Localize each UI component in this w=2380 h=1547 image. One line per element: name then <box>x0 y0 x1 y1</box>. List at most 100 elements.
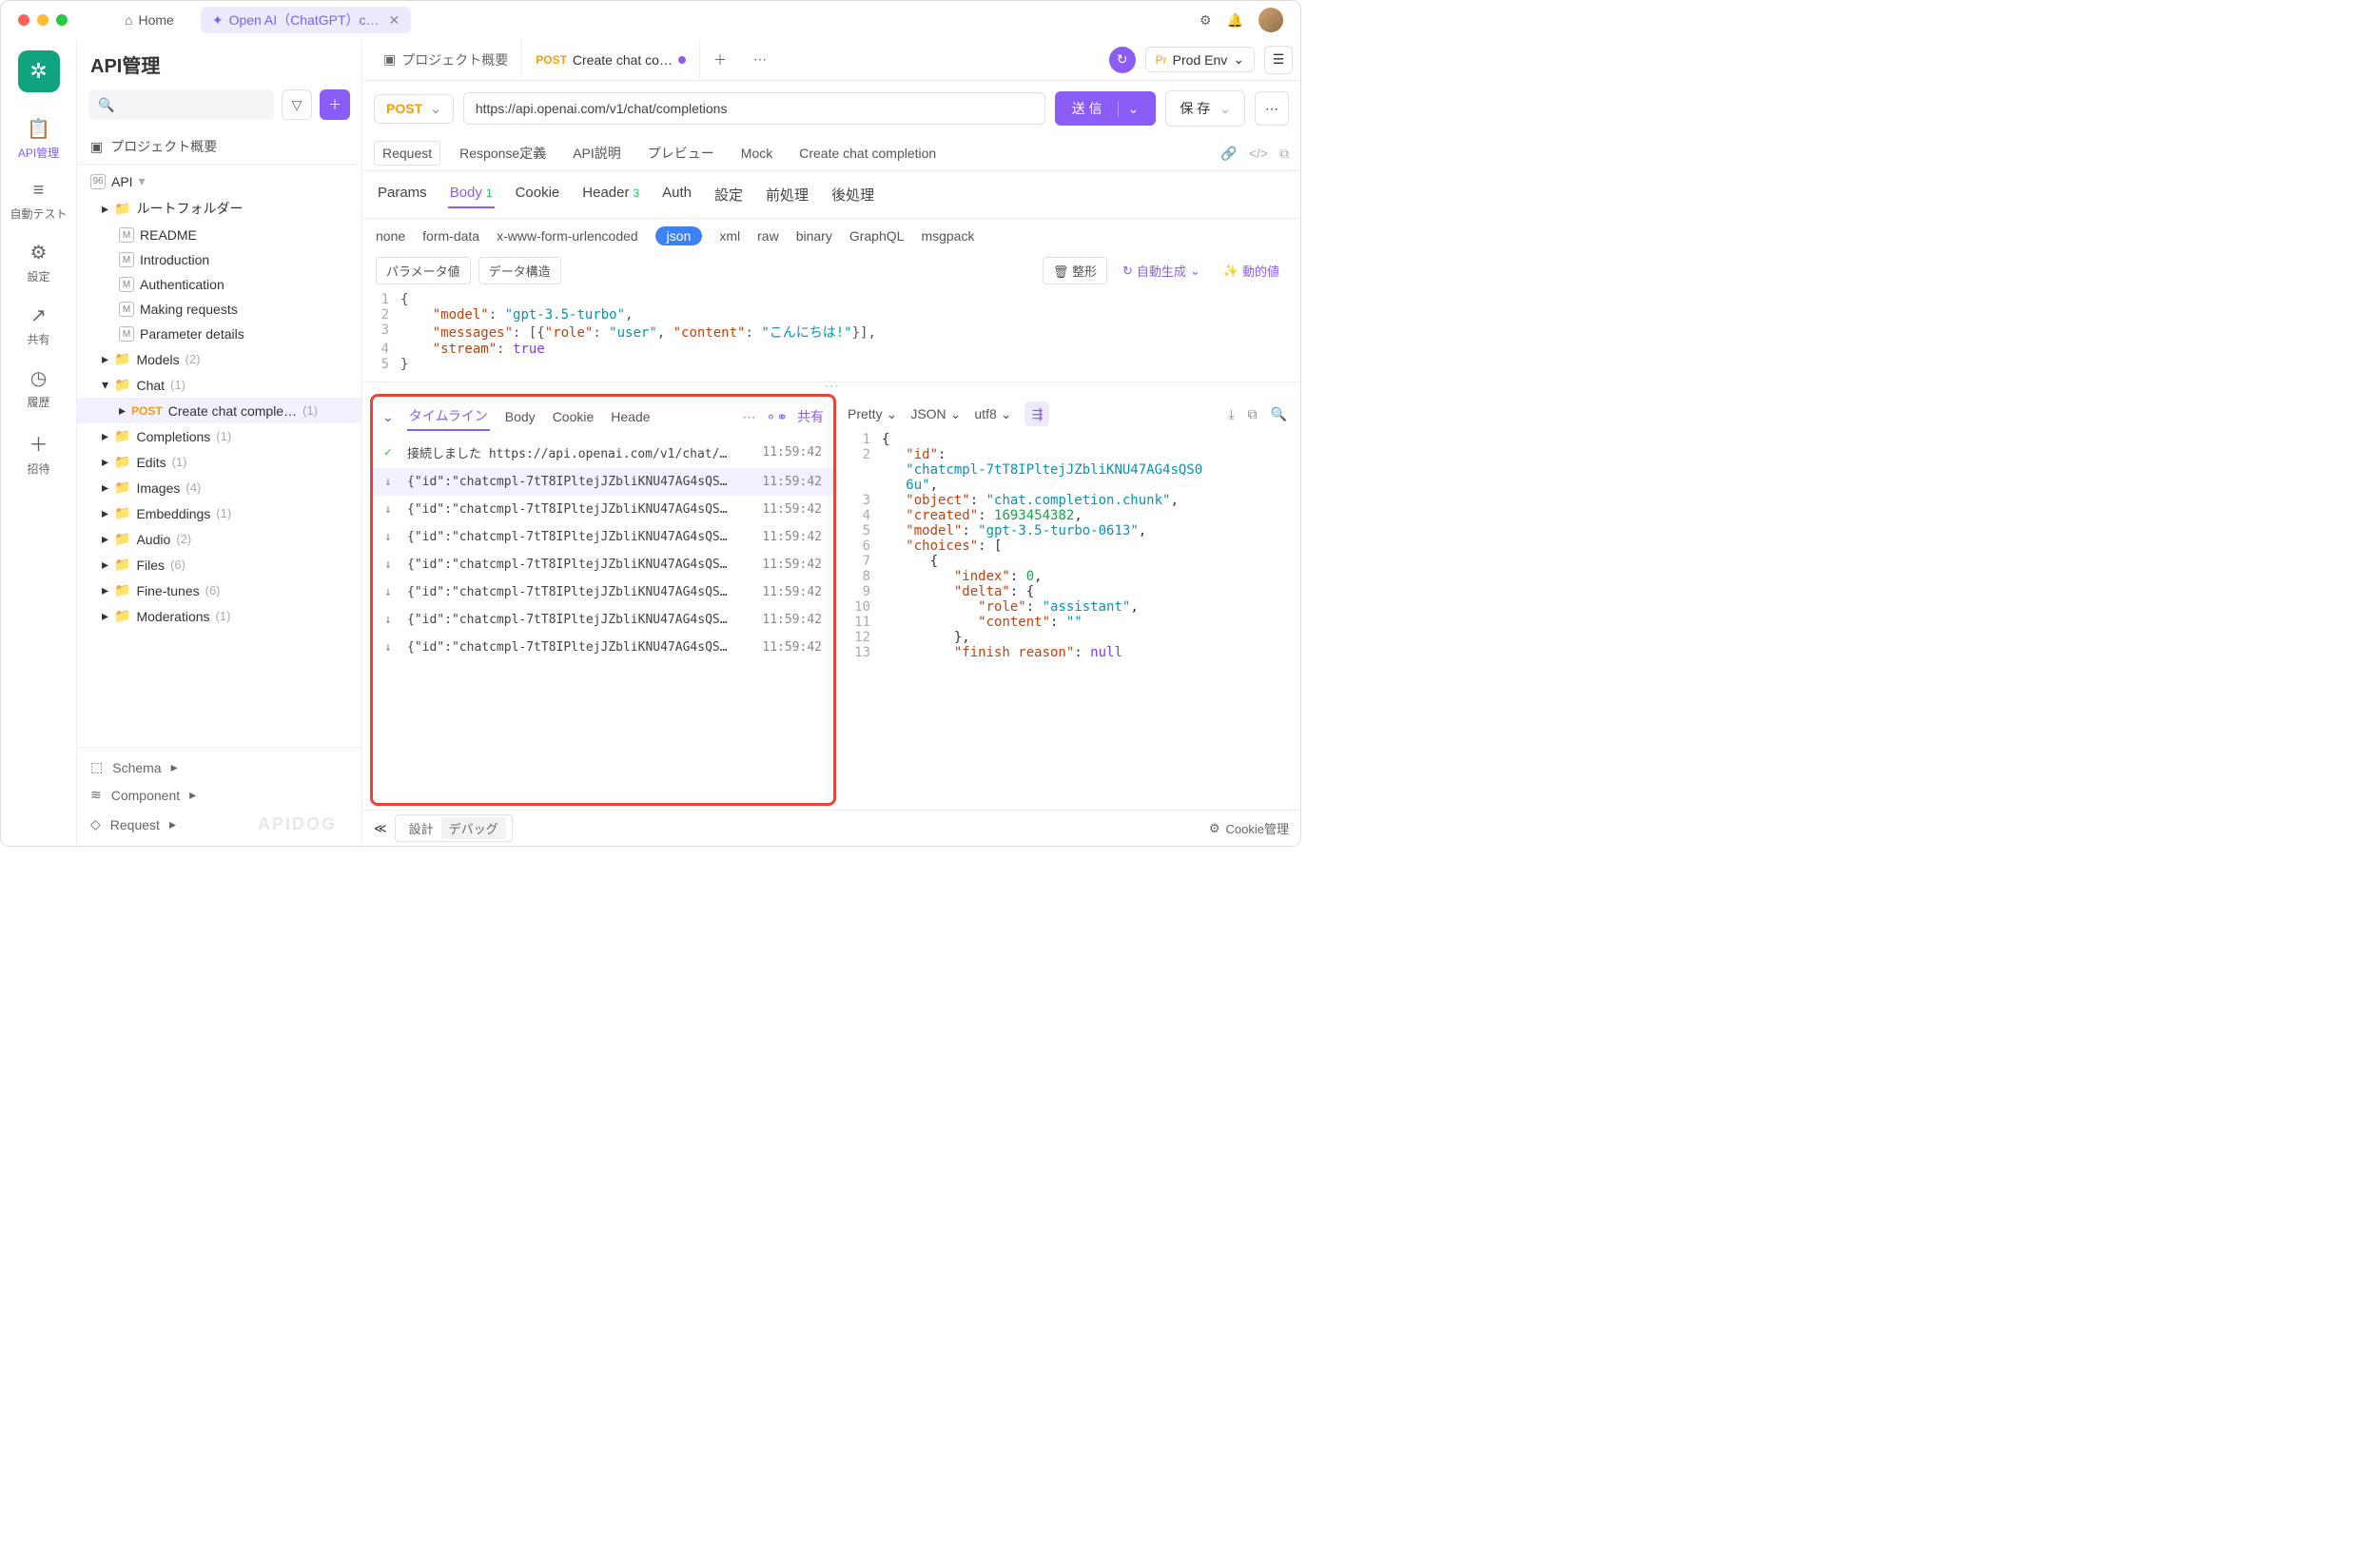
env-selector[interactable]: PrProd Env⌄ <box>1145 47 1255 72</box>
timeline-row[interactable]: ↓{"id":"chatcmpl-7tT8IPltejJZbliKNU47AG4… <box>373 523 833 551</box>
ptab-preprocess[interactable]: 前処理 <box>764 181 810 208</box>
bell-icon[interactable]: 🔔 <box>1227 12 1243 29</box>
code-icon[interactable]: </> <box>1249 146 1268 162</box>
schema-row[interactable]: ⬚Schema▸ <box>77 754 361 781</box>
rail-item-0[interactable]: 📋API管理 <box>6 108 70 170</box>
body-type-msgpack[interactable]: msgpack <box>921 228 974 244</box>
close-icon[interactable]: ✕ <box>389 12 400 29</box>
tab-project-overview[interactable]: ▣プロジェクト概要 <box>370 39 521 80</box>
autogen-button[interactable]: ↻ 自動生成 ⌄ <box>1115 257 1208 284</box>
search-input[interactable]: 🔍 <box>88 89 274 120</box>
tab-home[interactable]: ⌂ Home <box>113 9 185 31</box>
json-select[interactable]: JSON ⌄ <box>910 406 961 422</box>
ptab-postprocess[interactable]: 後処理 <box>829 181 876 208</box>
save-button[interactable]: 保 存⌄ <box>1165 90 1245 127</box>
format-button[interactable]: 🗑 整形 <box>1043 257 1107 284</box>
ptab-header[interactable]: Header3 <box>580 181 641 208</box>
rltab-cookie[interactable]: Cookie <box>551 405 596 428</box>
rltab-body[interactable]: Body <box>503 405 537 428</box>
pretty-select[interactable]: Pretty ⌄ <box>848 406 897 422</box>
ptab-settings[interactable]: 設定 <box>712 181 745 208</box>
more-icon[interactable]: ⋯ <box>743 409 756 425</box>
tree-folder-Images[interactable]: ▸📁 Images (4) <box>77 475 361 500</box>
data-struct-button[interactable]: データ構造 <box>478 257 561 284</box>
url-input[interactable]: https://api.openai.com/v1/chat/completio… <box>463 92 1045 125</box>
rail-item-1[interactable]: ≡自動テスト <box>6 170 70 231</box>
rail-item-5[interactable]: ＋招待 <box>6 420 70 486</box>
tree-endpoint-create-chat[interactable]: ▸POST Create chat comple… (1) <box>77 398 361 423</box>
body-type-xml[interactable]: xml <box>719 228 740 244</box>
method-select[interactable]: POST⌄ <box>374 94 454 124</box>
cookie-manage[interactable]: ⚙Cookie管理 <box>1209 819 1289 837</box>
hamburger-button[interactable]: ☰ <box>1264 46 1293 74</box>
tree-folder-Chat[interactable]: ▾📁 Chat (1) <box>77 372 361 398</box>
send-dropdown[interactable]: ⌄ <box>1118 101 1140 117</box>
body-type-raw[interactable]: raw <box>757 228 779 244</box>
timeline-row[interactable]: ↓{"id":"chatcmpl-7tT8IPltejJZbliKNU47AG4… <box>373 551 833 578</box>
timeline-row[interactable]: ↓{"id":"chatcmpl-7tT8IPltejJZbliKNU47AG4… <box>373 468 833 496</box>
tree-folder-Models[interactable]: ▸📁 Models (2) <box>77 346 361 372</box>
ptab-params[interactable]: Params <box>376 181 429 208</box>
drag-handle[interactable]: ⋯ <box>362 382 1300 392</box>
wrap-button[interactable]: ⇶ <box>1024 401 1049 426</box>
tree-folder-Edits[interactable]: ▸📁 Edits (1) <box>77 449 361 475</box>
gear-icon[interactable]: ⚙ <box>1200 12 1212 29</box>
tree-folder-Fine-tunes[interactable]: ▸📁 Fine-tunes (6) <box>77 578 361 603</box>
subtab-response-def[interactable]: Response定義 <box>452 140 554 166</box>
subtab-request[interactable]: Request <box>374 141 440 166</box>
tree-doc-README[interactable]: M README <box>77 223 361 247</box>
tab-openai[interactable]: ✦ Open AI（ChatGPT）c… ✕ <box>201 7 411 33</box>
rltab-header[interactable]: Heade <box>609 405 652 428</box>
body-type-x-www-form-urlencoded[interactable]: x-www-form-urlencoded <box>497 228 638 244</box>
timeline-row[interactable]: ✓接続しました https://api.openai.com/v1/chat/…… <box>373 437 833 468</box>
body-type-form-data[interactable]: form-data <box>422 228 479 244</box>
maximize-dot[interactable] <box>56 14 68 26</box>
tree-folder-Moderations[interactable]: ▸📁 Moderations (1) <box>77 603 361 629</box>
timeline-row[interactable]: ↓{"id":"chatcmpl-7tT8IPltejJZbliKNU47AG4… <box>373 496 833 523</box>
more-button[interactable]: ⋯ <box>1255 91 1289 126</box>
component-row[interactable]: ≋Component▸ <box>77 781 361 809</box>
body-type-none[interactable]: none <box>376 228 405 244</box>
request-row[interactable]: ◇Request▸APIDOG <box>77 809 361 840</box>
timeline-row[interactable]: ↓{"id":"chatcmpl-7tT8IPltejJZbliKNU47AG4… <box>373 578 833 606</box>
rail-item-2[interactable]: ⚙設定 <box>6 231 70 294</box>
copy-icon[interactable]: ⧉ <box>1279 146 1289 162</box>
collapse-icon[interactable]: ⌄ <box>382 409 394 425</box>
new-tab-button[interactable]: ＋ <box>700 39 740 80</box>
tree-root-folder[interactable]: ▸📁 ルートフォルダー <box>77 194 361 223</box>
avatar[interactable] <box>1258 8 1283 32</box>
download-icon[interactable]: ⤓ <box>1228 406 1234 422</box>
body-type-json[interactable]: json <box>655 226 703 245</box>
tree-doc-Making requests[interactable]: M Making requests <box>77 297 361 322</box>
subtab-preview[interactable]: プレビュー <box>640 140 722 166</box>
body-type-binary[interactable]: binary <box>796 228 832 244</box>
ptab-auth[interactable]: Auth <box>660 181 693 208</box>
param-value-button[interactable]: パラメータ値 <box>376 257 471 284</box>
rail-item-4[interactable]: ◷履歴 <box>6 357 70 420</box>
utf8-select[interactable]: utf8 ⌄ <box>974 406 1011 422</box>
subtab-mock[interactable]: Mock <box>733 142 780 165</box>
ptab-cookie[interactable]: Cookie <box>514 181 562 208</box>
add-button[interactable]: ＋ <box>320 89 350 120</box>
ptab-body[interactable]: Body1 <box>448 181 495 208</box>
tree-api-root[interactable]: 96 API ▾ <box>77 168 361 194</box>
rltab-timeline[interactable]: タイムライン <box>407 402 490 431</box>
search-icon[interactable]: 🔍 <box>1271 406 1287 422</box>
tree-folder-Embeddings[interactable]: ▸📁 Embeddings (1) <box>77 500 361 526</box>
minimize-dot[interactable] <box>37 14 49 26</box>
collapse-left-icon[interactable]: ≪ <box>374 821 387 836</box>
tree-doc-Parameter details[interactable]: M Parameter details <box>77 322 361 346</box>
body-type-GraphQL[interactable]: GraphQL <box>849 228 905 244</box>
tab-create-chat[interactable]: POST Create chat co… <box>521 39 700 80</box>
tree-folder-Audio[interactable]: ▸📁 Audio (2) <box>77 526 361 552</box>
share-icon[interactable]: ⚬⚭ <box>766 409 788 425</box>
timeline-row[interactable]: ↓{"id":"chatcmpl-7tT8IPltejJZbliKNU47AG4… <box>373 634 833 661</box>
send-button[interactable]: 送 信⌄ <box>1055 91 1157 126</box>
mode-toggle[interactable]: 設計 デバッグ <box>395 814 513 842</box>
timeline-row[interactable]: ↓{"id":"chatcmpl-7tT8IPltejJZbliKNU47AG4… <box>373 606 833 634</box>
link-icon[interactable]: 🔗 <box>1220 146 1237 162</box>
env-refresh[interactable]: ↻ <box>1109 47 1136 73</box>
close-dot[interactable] <box>18 14 29 26</box>
share-button[interactable]: 共有 <box>797 407 824 426</box>
tree-doc-Introduction[interactable]: M Introduction <box>77 247 361 272</box>
